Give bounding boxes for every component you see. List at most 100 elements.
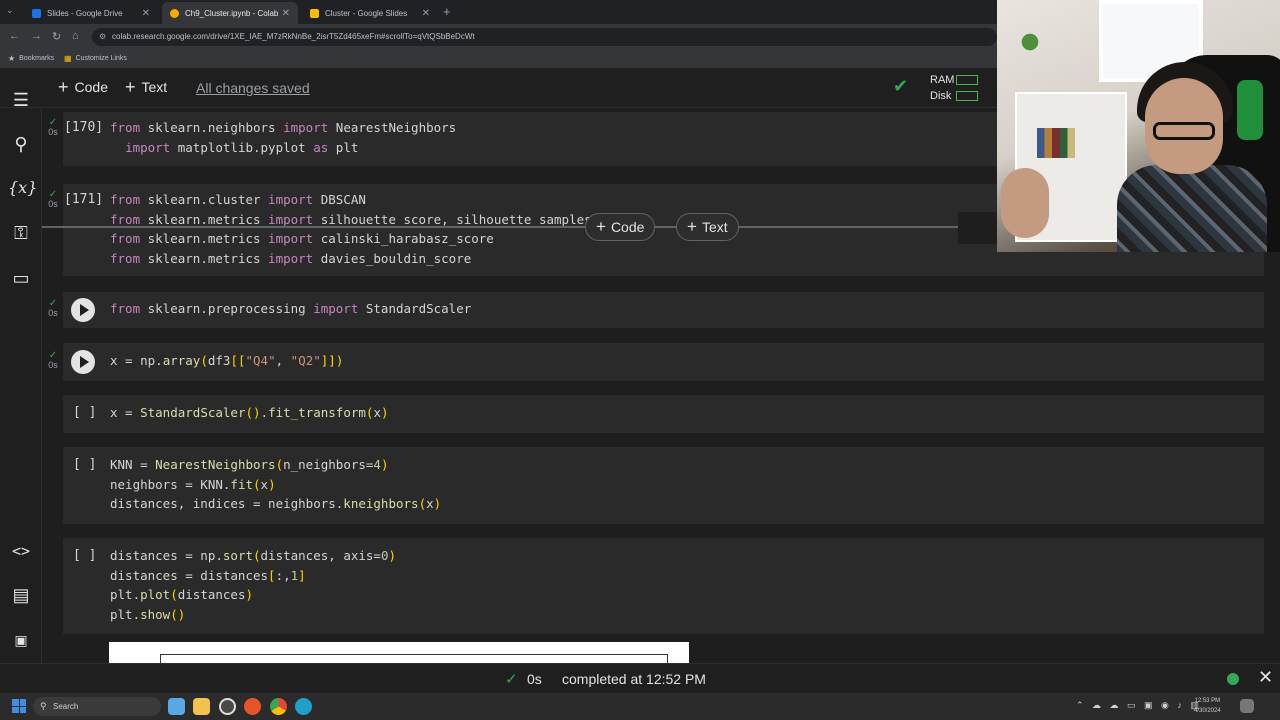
code-cell[interactable]: [ ] distances = np.sort(distances, axis=… bbox=[63, 538, 1264, 634]
tab-slides-drive[interactable]: Slides - Google Drive ✕ bbox=[24, 2, 158, 24]
code-token: x bbox=[426, 496, 434, 511]
ram-meter[interactable] bbox=[956, 75, 978, 85]
cell-code[interactable]: from sklearn.neighbors import NearestNei… bbox=[110, 118, 456, 157]
cell-code[interactable]: x = np.array(df3[["Q4", "Q2"]]) bbox=[110, 351, 343, 371]
code-cell[interactable]: [ ] KNN = NearestNeighbors(n_neighbors=4… bbox=[63, 447, 1264, 524]
edge-icon[interactable] bbox=[295, 698, 312, 715]
back-icon[interactable]: ← bbox=[9, 30, 20, 42]
code-token: "Q4" bbox=[245, 353, 276, 368]
variables-icon[interactable]: {x} bbox=[8, 175, 37, 201]
cell-code[interactable]: x = StandardScaler().fit_transform(x) bbox=[110, 403, 389, 423]
plot-output bbox=[109, 642, 689, 663]
notification-icon[interactable] bbox=[1240, 699, 1254, 713]
run-cell-button[interactable] bbox=[71, 350, 95, 374]
plot-axes-frame bbox=[160, 654, 668, 663]
code-token: matplotlib.pyplot bbox=[170, 139, 314, 155]
code-token: :, bbox=[275, 567, 291, 583]
plus-icon: + bbox=[125, 77, 136, 97]
chrome-icon[interactable] bbox=[270, 698, 287, 715]
taskbar-search[interactable]: ⚲ Search bbox=[33, 697, 161, 716]
new-tab-icon[interactable]: + bbox=[443, 4, 451, 19]
windows-start-icon[interactable] bbox=[12, 699, 26, 713]
code-token: distances = distances bbox=[110, 567, 269, 583]
command-palette-icon[interactable]: ▤ bbox=[8, 582, 34, 608]
code-token: import bbox=[268, 250, 314, 266]
search-icon[interactable]: ⚲ bbox=[8, 131, 34, 157]
copilot-app-icon[interactable] bbox=[168, 698, 185, 715]
connected-check-icon[interactable]: ✔ bbox=[893, 76, 908, 97]
left-sidebar: ☰ ⚲ {x} ⚿ ▭ <> ▤ ▣ bbox=[0, 90, 42, 663]
code-cell[interactable]: x = np.array(df3[["Q4", "Q2"]]) bbox=[63, 343, 1264, 381]
code-cell[interactable]: [ ] x = StandardScaler().fit_transform(x… bbox=[63, 395, 1264, 433]
reload-icon[interactable]: ↻ bbox=[52, 30, 61, 43]
cell-exec-status: ✓ 0s bbox=[46, 190, 60, 210]
url-field[interactable]: ⚙ colab.research.google.com/drive/1XE_IA… bbox=[92, 28, 997, 46]
cell-code[interactable]: distances = np.sort(distances, axis=0) di… bbox=[110, 546, 396, 624]
code-token: plt bbox=[328, 139, 359, 155]
code-token: () bbox=[245, 405, 261, 420]
add-text-button[interactable]: + Text bbox=[125, 77, 168, 97]
clock-date: 4/30/2024 bbox=[1194, 708, 1221, 714]
secrets-key-icon[interactable]: ⚿ bbox=[8, 220, 34, 246]
code-token: import bbox=[268, 211, 314, 227]
insert-code-button[interactable]: + Code bbox=[585, 213, 656, 241]
add-code-button[interactable]: + Code bbox=[58, 78, 108, 96]
save-status-link[interactable]: All changes saved bbox=[196, 80, 310, 96]
file-explorer-icon[interactable] bbox=[193, 698, 210, 715]
code-token: ) bbox=[380, 405, 389, 420]
firefox-icon[interactable] bbox=[244, 698, 261, 715]
app-icon[interactable] bbox=[219, 698, 236, 715]
code-line: from sklearn.metrics import davies_bould… bbox=[110, 249, 592, 269]
home-icon[interactable]: ⌂ bbox=[72, 30, 79, 42]
customize-links-button[interactable]: ▦ Customize Links bbox=[64, 54, 127, 63]
cell-code[interactable]: from sklearn.cluster import DBSCAN from s… bbox=[110, 190, 592, 268]
tab-search-icon[interactable]: ⌄ bbox=[6, 5, 14, 16]
code-token: show bbox=[140, 606, 171, 622]
close-icon[interactable]: ✕ bbox=[1258, 667, 1273, 688]
runtime-status-indicator[interactable] bbox=[1227, 673, 1239, 685]
code-cell[interactable]: from sklearn.preprocessing import Standa… bbox=[63, 292, 1264, 328]
code-token: sklearn.preprocessing bbox=[140, 301, 314, 316]
code-token: plot bbox=[140, 587, 171, 602]
completed-status[interactable]: completed at 12:52 PM bbox=[562, 671, 706, 687]
forward-icon[interactable]: → bbox=[31, 30, 42, 42]
code-token: fit_transform bbox=[268, 405, 366, 420]
code-token: ) bbox=[245, 587, 254, 602]
code-token: sort bbox=[222, 548, 253, 563]
code-line: distances = np.sort(distances, axis=0) bbox=[110, 546, 396, 566]
close-tab-icon[interactable]: ✕ bbox=[422, 8, 430, 19]
search-placeholder: Search bbox=[53, 702, 79, 711]
code-token: NearestNeighbors bbox=[155, 457, 276, 472]
close-tab-icon[interactable]: ✕ bbox=[142, 8, 150, 19]
tab-google-slides[interactable]: Cluster - Google Slides ✕ bbox=[302, 2, 438, 24]
code-token: import bbox=[283, 120, 329, 135]
add-text-label: Text bbox=[141, 79, 168, 95]
code-token: x bbox=[373, 405, 381, 420]
bookmarks-button[interactable]: ★ Bookmarks bbox=[8, 54, 54, 63]
close-tab-icon[interactable]: ✕ bbox=[282, 8, 290, 19]
system-tray-icons[interactable]: ⌃ ☁ ☁ ▭ ▣ ◉ ♪ ▥ bbox=[1076, 700, 1202, 711]
code-token: distances bbox=[177, 587, 246, 602]
code-token: sklearn.neighbors bbox=[140, 120, 284, 135]
site-info-icon[interactable]: ⚙ bbox=[99, 28, 106, 46]
files-folder-icon[interactable]: ▭ bbox=[8, 265, 34, 291]
disk-meter[interactable] bbox=[956, 91, 978, 101]
code-token: ( bbox=[170, 587, 178, 602]
cell-code[interactable]: KNN = NearestNeighbors(n_neighbors=4) nei… bbox=[110, 455, 441, 514]
taskbar-clock[interactable]: 12:53 PM 4/30/2024 bbox=[1194, 696, 1221, 716]
tab-colab[interactable]: Ch9_Cluster.ipynb - Colab ✕ bbox=[162, 2, 298, 24]
code-snippets-icon[interactable]: <> bbox=[8, 538, 34, 564]
terminal-icon[interactable]: ▣ bbox=[8, 627, 34, 653]
code-token: array bbox=[162, 353, 201, 368]
code-token: ( bbox=[418, 496, 427, 511]
code-line: neighbors = KNN.fit(x) bbox=[110, 475, 441, 495]
code-token: ( bbox=[253, 548, 261, 563]
insert-text-button[interactable]: + Text bbox=[676, 213, 739, 241]
code-token: df3 bbox=[207, 353, 231, 368]
run-cell-button[interactable] bbox=[71, 298, 95, 322]
table-of-contents-icon[interactable]: ☰ bbox=[8, 87, 34, 113]
cell-code[interactable]: from sklearn.preprocessing import Standa… bbox=[110, 299, 471, 319]
code-token: from bbox=[110, 231, 141, 246]
check-icon: ✓ bbox=[505, 671, 518, 688]
